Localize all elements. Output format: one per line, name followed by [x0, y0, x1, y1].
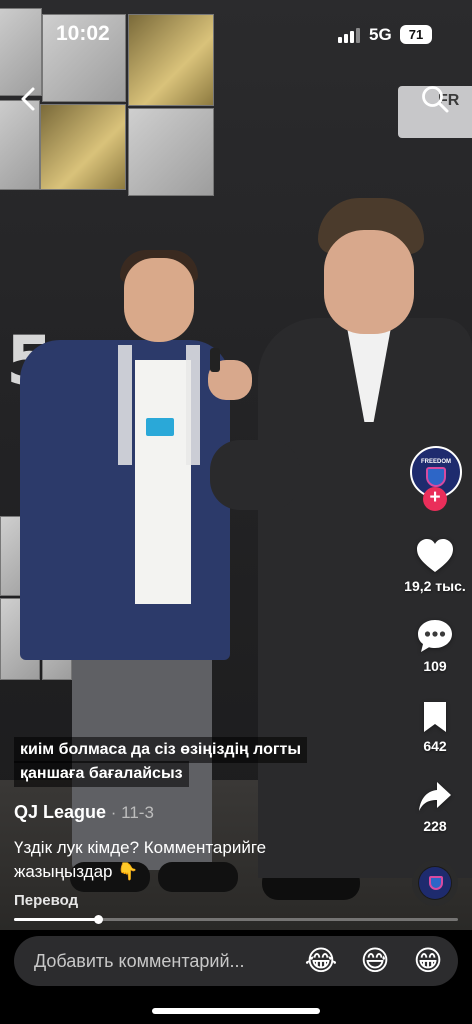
avatar-logo-text: FREEDOM: [421, 459, 451, 465]
wall-tile: [40, 104, 126, 190]
bookmark-button[interactable]: 642: [396, 700, 472, 754]
person-left-face: [124, 258, 194, 342]
signal-icon: [338, 27, 362, 43]
back-icon[interactable]: [14, 84, 44, 114]
share-count: 228: [423, 818, 447, 834]
emoji-sweat-smile[interactable]: 😅: [358, 944, 392, 978]
person-right-face: [324, 230, 414, 334]
home-indicator[interactable]: [152, 1008, 320, 1014]
like-button[interactable]: 19,2 тыс.: [396, 538, 472, 594]
follow-button[interactable]: +: [423, 487, 447, 511]
comment-icon: [418, 620, 452, 652]
status-time: 10:02: [56, 22, 110, 45]
wall-tile: [128, 108, 214, 196]
battery-icon: 71: [400, 25, 432, 44]
bottom-bar: Добавить комментарий... 😂 😅 😁: [0, 930, 472, 1024]
bookmark-icon: [424, 702, 446, 732]
emoji-grin[interactable]: 😁: [411, 944, 445, 978]
comment-field[interactable]: Добавить комментарий... 😂 😅 😁: [14, 936, 458, 986]
post-date: · 11-3: [106, 803, 154, 822]
person-right-arm: [210, 440, 300, 510]
author-name[interactable]: QJ League: [14, 802, 106, 822]
progress-bar[interactable]: [14, 915, 458, 924]
flag-print: [146, 418, 174, 436]
comment-button[interactable]: 109: [396, 618, 472, 674]
heart-icon: [417, 539, 453, 572]
shield-icon: [426, 467, 446, 487]
video-description[interactable]: Үздік лук кімде? Комментарийге жазыңызда…: [14, 836, 364, 884]
share-icon: [419, 782, 451, 811]
disc-label: [419, 867, 451, 899]
progress-fill: [14, 918, 99, 921]
battery-level: 71: [408, 27, 424, 42]
caption-banner-line: қаншаға бағалайсыз: [14, 761, 189, 787]
emoji-laughing[interactable]: 😂: [304, 944, 338, 978]
caption-banner-line: киім болмаса да сіз өзіңіздің логты: [14, 737, 308, 763]
comment-count: 109: [423, 658, 447, 674]
microphone: [210, 348, 220, 372]
coat-trim: [186, 345, 200, 465]
share-button[interactable]: 228: [396, 780, 472, 834]
author-row[interactable]: QJ League · 11-3: [14, 802, 154, 823]
like-count: 19,2 тыс.: [404, 578, 466, 594]
status-bar: 10:02 5G 71: [0, 0, 472, 60]
translate-link[interactable]: Перевод: [14, 892, 78, 909]
comment-input-placeholder[interactable]: Добавить комментарий...: [34, 951, 245, 972]
coat-trim: [118, 345, 132, 465]
bookmark-count: 642: [423, 738, 447, 754]
person-left-shirt: [135, 360, 191, 604]
network-type: 5G: [369, 25, 392, 44]
search-icon[interactable]: [420, 84, 450, 114]
shield-icon: [429, 876, 443, 890]
music-disc-icon[interactable]: [412, 860, 458, 906]
